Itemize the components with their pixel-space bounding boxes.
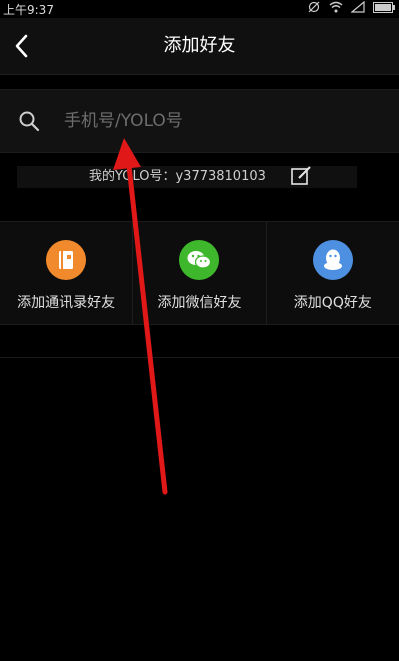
wechat-icon: [179, 240, 220, 280]
qq-penguin-icon: [312, 240, 353, 280]
my-yolo-id-text: 我的YOLO号：y3773810103: [89, 169, 266, 184]
status-icons: [307, 1, 395, 13]
page-title: 添加好友: [163, 35, 236, 56]
chevron-left-icon: [15, 34, 28, 58]
my-yolo-id-row: 我的YOLO号：y3773810103: [17, 166, 357, 188]
status-bar: 上午9:37: [0, 0, 399, 18]
option-label: 添加微信好友: [157, 295, 242, 311]
status-time: 上午9:37: [3, 3, 54, 17]
battery-icon: [373, 1, 395, 13]
divider: [0, 357, 399, 358]
option-label: 添加QQ好友: [293, 295, 372, 311]
wifi-icon: [329, 1, 343, 13]
add-friend-options: 添加通讯录好友 添加微信好友 添加QQ好友: [0, 221, 399, 325]
title-bar: 添加好友: [0, 18, 399, 75]
back-button[interactable]: [0, 18, 44, 74]
add-contacts-friend-button[interactable]: 添加通讯录好友: [0, 222, 134, 324]
add-qq-friend-button[interactable]: 添加QQ好友: [267, 222, 399, 324]
signal-icon: [351, 1, 365, 13]
contacts-book-icon: [46, 240, 87, 280]
add-wechat-friend-button[interactable]: 添加微信好友: [133, 222, 267, 324]
alarm-icon: [307, 1, 321, 13]
edit-icon[interactable]: [290, 165, 312, 187]
option-label: 添加通讯录好友: [17, 295, 116, 311]
search-input[interactable]: 手机号/YOLO号: [0, 89, 399, 153]
search-placeholder: 手机号/YOLO号: [64, 111, 183, 131]
search-icon: [19, 111, 40, 132]
